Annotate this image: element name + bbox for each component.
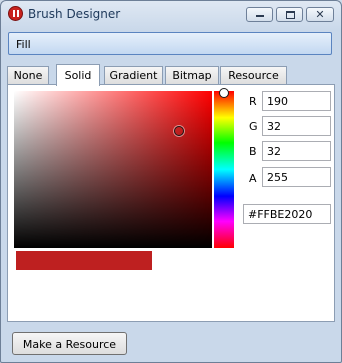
fill-property-selector[interactable]: Fill	[8, 32, 332, 55]
tab-bitmap[interactable]: Bitmap	[165, 66, 219, 85]
close-icon: ✕	[315, 8, 325, 21]
maximize-icon	[277, 8, 302, 21]
brush-designer-window: Brush Designer ✕ Fill None Solid Gradien…	[0, 0, 342, 363]
alpha-label: A	[249, 172, 257, 185]
tab-resource[interactable]: Resource	[220, 66, 287, 85]
close-button[interactable]: ✕	[306, 7, 334, 22]
blue-label: B	[249, 145, 257, 158]
minimize-button[interactable]	[246, 7, 273, 22]
color-picker-cursor[interactable]	[173, 126, 184, 137]
hue-slider-thumb[interactable]	[219, 88, 229, 98]
title-bar[interactable]: Brush Designer ✕	[1, 1, 341, 27]
saturation-value-picker[interactable]	[14, 91, 212, 248]
app-icon	[8, 6, 23, 21]
red-label: R	[249, 95, 257, 108]
green-input[interactable]	[262, 116, 331, 136]
fill-label: Fill	[16, 38, 31, 51]
alpha-input[interactable]	[262, 167, 331, 187]
red-input[interactable]	[262, 91, 331, 111]
tab-gradient[interactable]: Gradient	[104, 66, 163, 85]
hex-color-input[interactable]	[243, 204, 331, 224]
window-title: Brush Designer	[28, 7, 121, 21]
tab-solid[interactable]: Solid	[56, 64, 100, 86]
green-label: G	[249, 120, 258, 133]
minimize-icon	[247, 8, 272, 21]
blue-input[interactable]	[262, 141, 331, 161]
solid-brush-panel: R G B A	[7, 84, 335, 322]
tab-none[interactable]: None	[7, 66, 49, 85]
maximize-button[interactable]	[276, 7, 303, 22]
hue-slider[interactable]	[214, 88, 234, 248]
make-resource-button[interactable]: Make a Resource	[12, 332, 127, 355]
selected-color-swatch	[16, 251, 152, 270]
